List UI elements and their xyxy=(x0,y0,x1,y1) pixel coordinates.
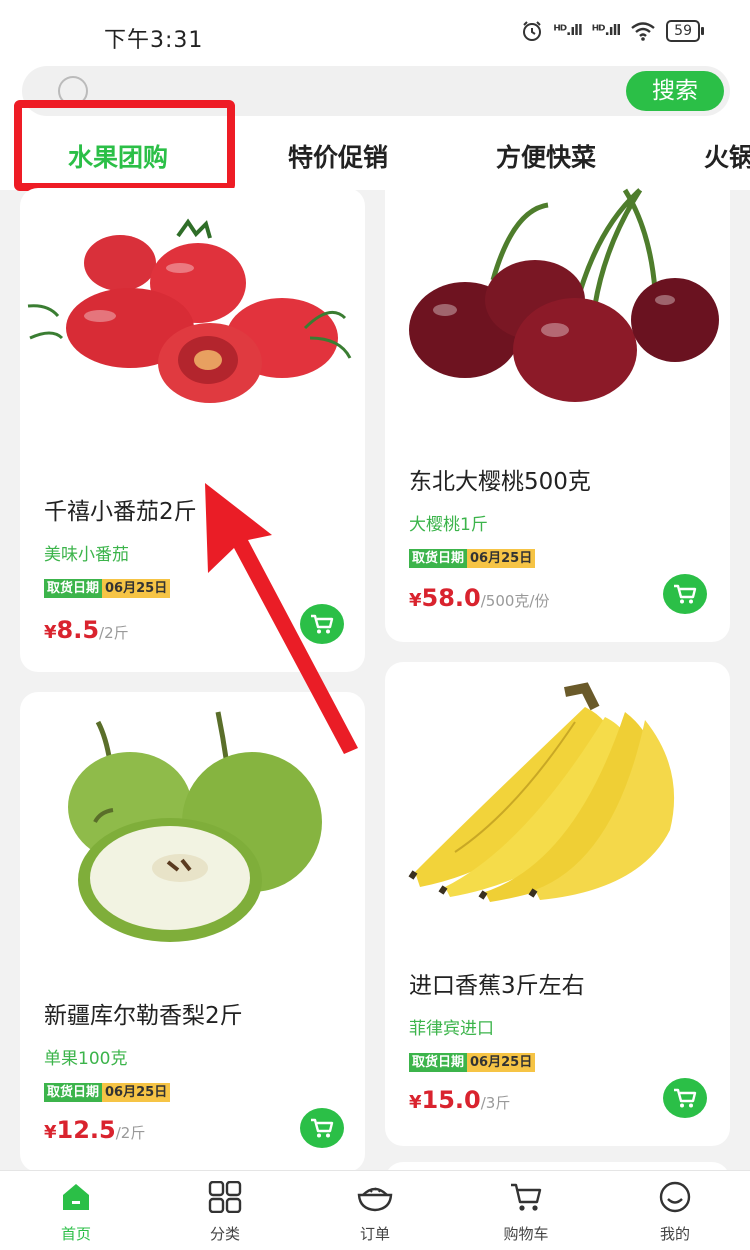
price: ¥15.0/3斤 xyxy=(409,1086,510,1114)
bananas-image xyxy=(408,682,675,902)
price-unit: /3斤 xyxy=(480,1094,511,1112)
product-title: 新疆库尔勒香梨2斤 xyxy=(44,1003,243,1029)
cart-icon xyxy=(511,1183,542,1211)
bowl-icon xyxy=(357,1187,393,1212)
product-card[interactable]: 东北大樱桃500克 大樱桃1斤 取货日期 06月25日 ¥58.0/500克/份 xyxy=(385,170,730,642)
signal-icon: ᴴᴰ.ıll xyxy=(553,23,582,39)
grid-icon xyxy=(208,1181,242,1213)
price-symbol: ¥ xyxy=(44,622,57,643)
product-card[interactable]: 进口香蕉3斤左右 菲律宾进口 取货日期 06月25日 ¥15.0/3斤 xyxy=(385,662,730,1146)
tab-quick-dishes[interactable]: 方便快菜 xyxy=(496,138,596,174)
pickup-date-label: 取货日期 xyxy=(409,1053,468,1072)
nav-category[interactable]: 分类 xyxy=(175,1179,275,1244)
price-value: 15.0 xyxy=(421,1086,481,1114)
battery-icon: 59 xyxy=(666,20,704,42)
add-to-cart-button[interactable] xyxy=(663,574,707,614)
product-card[interactable]: 新疆库尔勒香梨2斤 单果100克 取货日期 06月25日 ¥12.5/2斤 xyxy=(20,692,365,1172)
pickup-date-tag: 取货日期 06月25日 xyxy=(409,549,536,568)
price-symbol: ¥ xyxy=(409,590,422,611)
home-icon xyxy=(63,1184,89,1210)
status-icons: ᴴᴰ.ıll ᴴᴰ.ıll 59 xyxy=(521,20,704,42)
nav-category-label: 分类 xyxy=(209,1225,240,1243)
alarm-icon xyxy=(523,21,542,41)
nav-cart[interactable]: 购物车 xyxy=(476,1179,576,1244)
price: ¥12.5/2斤 xyxy=(44,1116,145,1144)
price-value: 12.5 xyxy=(56,1116,116,1144)
price-symbol: ¥ xyxy=(44,1122,57,1143)
search-button[interactable]: 搜索 xyxy=(626,71,724,111)
cart-icon xyxy=(674,1088,697,1108)
smile-icon xyxy=(659,1181,691,1213)
pickup-date-value: 06月25日 xyxy=(102,579,171,598)
product-title: 千禧小番茄2斤 xyxy=(44,499,197,525)
price-unit: /2斤 xyxy=(115,1124,146,1142)
pickup-date-label: 取货日期 xyxy=(44,579,103,598)
cart-icon xyxy=(311,1118,334,1138)
price-symbol: ¥ xyxy=(409,1092,422,1113)
nav-orders-label: 订单 xyxy=(359,1225,390,1243)
nav-orders[interactable]: 订单 xyxy=(325,1179,425,1244)
cherry-tomatoes-image xyxy=(27,218,352,403)
tab-special-offers[interactable]: 特价促销 xyxy=(288,138,388,174)
pickup-date-tag: 取货日期 06月25日 xyxy=(409,1053,536,1072)
pickup-date-value: 06月25日 xyxy=(467,1053,536,1072)
add-to-cart-button[interactable] xyxy=(300,1108,344,1148)
nav-profile[interactable]: 我的 xyxy=(625,1179,725,1244)
wifi-icon xyxy=(631,22,655,41)
price: ¥58.0/500克/份 xyxy=(409,584,550,612)
add-to-cart-button[interactable] xyxy=(300,604,344,644)
nav-cart-label: 购物车 xyxy=(503,1225,549,1243)
price-value: 58.0 xyxy=(421,584,481,612)
add-to-cart-button[interactable] xyxy=(663,1078,707,1118)
pickup-date-tag: 取货日期 06月25日 xyxy=(44,579,171,598)
price-value: 8.5 xyxy=(56,616,100,644)
nav-home-label: 首页 xyxy=(60,1225,91,1243)
status-bar: 下午3:31 ᴴᴰ.ıll ᴴᴰ.ıll 59 xyxy=(0,0,750,64)
product-card[interactable]: 千禧小番茄2斤 美味小番茄 取货日期 06月25日 ¥8.5/2斤 xyxy=(20,188,365,672)
product-subtitle: 单果100克 xyxy=(44,1049,128,1069)
product-title: 进口香蕉3斤左右 xyxy=(409,973,585,999)
pickup-date-label: 取货日期 xyxy=(44,1083,103,1102)
nav-profile-label: 我的 xyxy=(659,1225,690,1243)
pickup-date-value: 06月25日 xyxy=(102,1083,171,1102)
product-subtitle: 美味小番茄 xyxy=(44,545,129,565)
price-unit: /2斤 xyxy=(99,624,129,642)
price-unit: /500克/份 xyxy=(480,592,550,610)
pickup-date-tag: 取货日期 06月25日 xyxy=(44,1083,171,1102)
tab-hotpot[interactable]: 火锅 xyxy=(704,138,750,174)
cherries-image xyxy=(409,188,719,402)
cart-icon xyxy=(311,614,334,634)
cart-icon xyxy=(674,584,697,604)
product-subtitle: 大樱桃1斤 xyxy=(409,515,488,535)
nav-home[interactable]: 首页 xyxy=(26,1179,126,1244)
signal-icon-2: ᴴᴰ.ıll xyxy=(591,23,621,39)
product-title: 东北大樱桃500克 xyxy=(409,469,591,495)
pickup-date-value: 06月25日 xyxy=(467,549,536,568)
pickup-date-label: 取货日期 xyxy=(409,549,468,568)
bottom-nav: 首页 分类 订单 购物车 我的 xyxy=(0,1170,750,1250)
status-time: 下午3:31 xyxy=(104,28,204,53)
highlight-box xyxy=(14,100,235,191)
pears-image xyxy=(68,711,322,942)
price: ¥8.5/2斤 xyxy=(44,616,129,644)
product-subtitle: 菲律宾进口 xyxy=(409,1019,494,1039)
